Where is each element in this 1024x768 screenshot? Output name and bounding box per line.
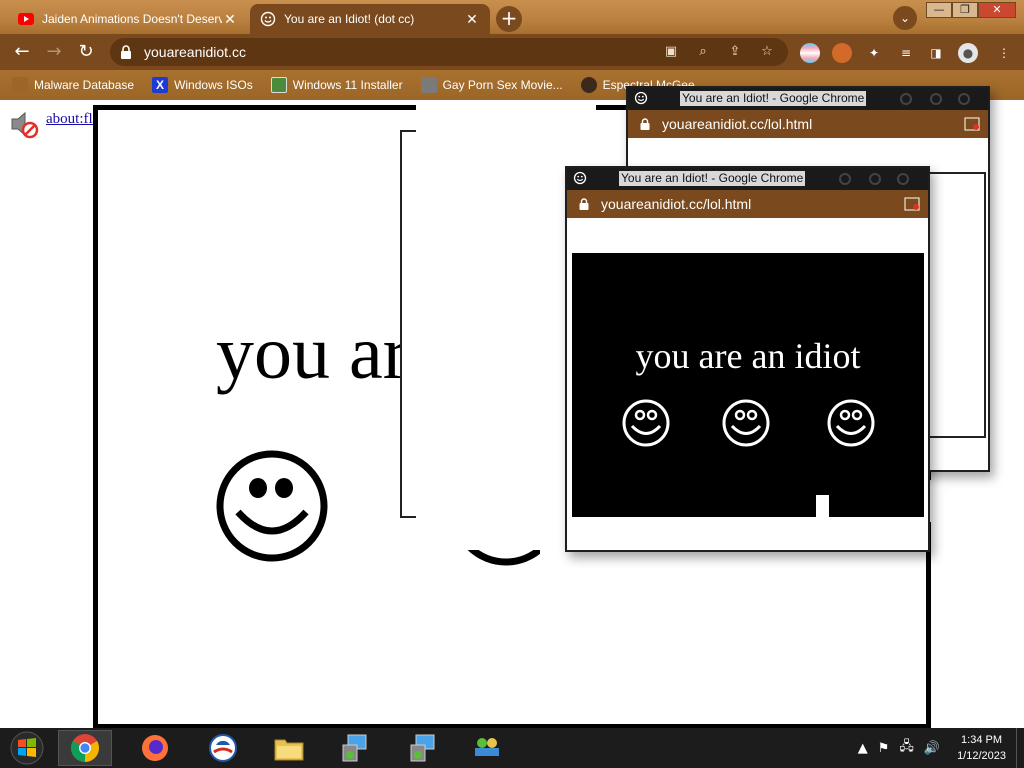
reload-button[interactable]: ↻ — [74, 40, 98, 64]
smiley-face-icon — [216, 450, 328, 562]
menu-kebab-icon[interactable]: ⋮ — [994, 43, 1014, 63]
taskbar-installer-2[interactable] — [396, 730, 450, 766]
zoom-icon[interactable]: ⌕ — [692, 43, 714, 61]
chrome-icon — [71, 734, 99, 762]
smiley-face-icon — [722, 399, 770, 447]
clock-time: 1:34 PM — [961, 734, 1003, 746]
network-users-icon — [475, 738, 499, 756]
system-clock[interactable]: 1:34 PM 1/12/2023 — [957, 732, 1006, 764]
taskbar-firefox[interactable] — [128, 730, 182, 766]
taskbar-installer-1[interactable] — [328, 730, 382, 766]
popup-url: youareanidiot.cc/lol.html — [662, 116, 813, 132]
tab-idiot[interactable]: You are an Idiot! (dot cc) ✕ — [250, 4, 490, 34]
lock-icon — [640, 118, 650, 130]
network-icon[interactable]: 🖧 — [899, 737, 914, 759]
firefox-icon — [142, 735, 168, 761]
new-tab-button[interactable]: + — [496, 6, 522, 32]
smiley-face-icon — [827, 399, 875, 447]
start-button[interactable] — [0, 730, 54, 766]
close-window-button[interactable]: ✕ — [978, 2, 1016, 18]
url-text[interactable]: youareanidiot.cc — [144, 44, 650, 60]
lock-icon — [579, 198, 589, 210]
installer-icon — [410, 734, 435, 762]
popup-title: You are an Idiot! - Google Chrome — [680, 91, 867, 106]
window-trail — [928, 480, 994, 522]
bookmark-favicon — [12, 77, 28, 93]
toolbar: ← → ↻ youareanidiot.cc ▣ ⌕ ⇪ ☆ ✦ ≡ ◨ ● ⋮ — [0, 34, 1024, 70]
extensions-puzzle-icon[interactable]: ✦ — [864, 43, 884, 63]
popup-window-front[interactable]: You are an Idiot! - Google Chrome youare… — [565, 166, 930, 552]
taskbar-file-explorer[interactable] — [262, 730, 316, 766]
tab-strip: Jaiden Animations Doesn't Deserve ✕ You … — [0, 0, 1024, 34]
no-sound-icon — [11, 111, 39, 139]
character-favicon-icon — [580, 77, 597, 93]
popup-blocked-icon — [904, 197, 920, 211]
extension-flag-icon[interactable] — [800, 43, 820, 63]
address-bar[interactable]: youareanidiot.cc ▣ ⌕ ⇪ ☆ — [110, 38, 788, 66]
minimize-button[interactable] — [839, 173, 851, 185]
forward-button[interactable]: → — [42, 40, 66, 64]
bookmark-movie[interactable]: Gay Porn Sex Movie... — [420, 77, 563, 93]
folder-icon — [274, 739, 304, 761]
bookmark-windows-isos[interactable]: X Windows ISOs — [152, 77, 253, 93]
taskbar: ▲ ⚑ 🖧 🔊 1:34 PM 1/12/2023 — [0, 728, 1024, 768]
installer-icon — [342, 734, 367, 762]
taskbar-chrome[interactable] — [58, 730, 112, 766]
popup-title: You are an Idiot! - Google Chrome — [619, 171, 806, 186]
youtube-icon — [18, 13, 34, 25]
smiley-icon — [260, 11, 276, 27]
extension-avatar-icon[interactable] — [832, 43, 852, 63]
close-button[interactable] — [897, 173, 909, 185]
restore-button[interactable]: ❐ — [952, 2, 978, 18]
tab-title: Jaiden Animations Doesn't Deserve — [42, 12, 222, 26]
profile-avatar-icon[interactable]: ● — [958, 43, 978, 63]
window-trail — [540, 550, 800, 585]
popup-headline: you are an idiot — [635, 336, 861, 376]
smiley-face-icon — [622, 399, 670, 447]
x-logo-icon: X — [152, 77, 169, 93]
smiley-icon — [573, 171, 587, 185]
tab-title: You are an Idiot! (dot cc) — [284, 12, 415, 26]
minimize-button[interactable] — [900, 93, 912, 105]
system-tray: ▲ ⚑ 🖧 🔊 1:34 PM 1/12/2023 — [853, 728, 1024, 768]
popup-black-panel: you are an idiot — [572, 253, 924, 517]
tab-search-button[interactable]: ⌄ — [893, 6, 917, 30]
back-button[interactable]: ← — [10, 40, 34, 64]
windows-start-icon — [10, 731, 44, 765]
taskbar-obama[interactable] — [196, 730, 250, 766]
tab-jaiden[interactable]: Jaiden Animations Doesn't Deserve ✕ — [8, 4, 248, 34]
show-hidden-icons[interactable]: ▲ — [858, 741, 868, 756]
image-favicon-icon — [270, 77, 287, 93]
share-icon[interactable]: ⇪ — [724, 43, 746, 61]
window-trail-edge — [400, 130, 416, 518]
action-center-flag-icon[interactable]: ⚑ — [878, 741, 890, 756]
popup-urlbar[interactable]: youareanidiot.cc/lol.html — [567, 190, 928, 218]
taskbar-network[interactable] — [460, 730, 514, 766]
close-button[interactable] — [958, 93, 970, 105]
popup-urlbar[interactable]: youareanidiot.cc/lol.html — [628, 110, 988, 138]
popup-titlebar[interactable]: You are an Idiot! - Google Chrome — [567, 168, 928, 190]
media-queue-icon[interactable]: ≡ — [896, 43, 916, 63]
white-block — [816, 495, 829, 517]
volume-icon[interactable]: 🔊 — [924, 741, 940, 756]
maximize-button[interactable] — [869, 173, 881, 185]
show-desktop-button[interactable] — [1016, 728, 1024, 768]
clock-date: 1/12/2023 — [957, 750, 1006, 762]
popup-url: youareanidiot.cc/lol.html — [601, 196, 752, 212]
minimize-button[interactable]: — — [926, 2, 952, 18]
popup-titlebar[interactable]: You are an Idiot! - Google Chrome — [628, 88, 988, 110]
bookmark-windows-11-installer[interactable]: Windows 11 Installer — [270, 77, 403, 93]
side-panel-icon[interactable]: ◨ — [926, 43, 946, 63]
box-favicon-icon — [420, 77, 437, 93]
close-tab-icon[interactable]: ✕ — [464, 11, 480, 28]
popup-blocked-icon[interactable]: ▣ — [660, 43, 682, 61]
lock-icon — [121, 45, 131, 59]
obama-logo-icon — [209, 734, 237, 762]
smiley-icon — [634, 91, 648, 105]
bookmark-malware-database[interactable]: Malware Database — [12, 77, 134, 93]
popup-blocked-icon — [964, 117, 980, 131]
bookmark-star-icon[interactable]: ☆ — [756, 43, 778, 61]
close-tab-icon[interactable]: ✕ — [222, 11, 238, 28]
maximize-button[interactable] — [930, 93, 942, 105]
